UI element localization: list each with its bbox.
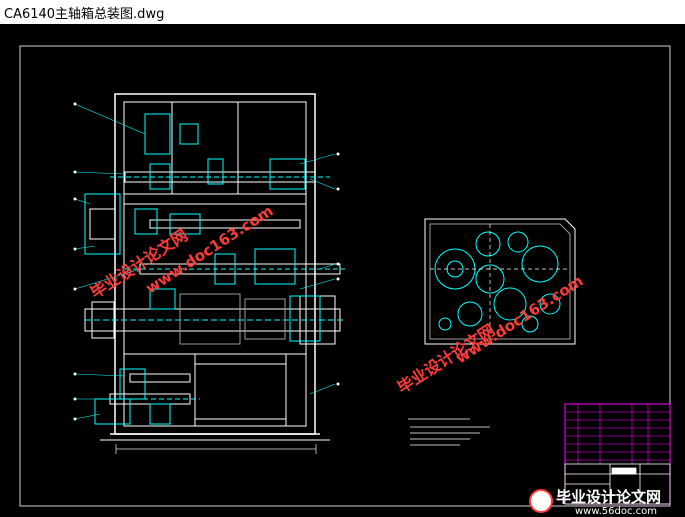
- site-logo: 毕业设计论文网 www.56doc.com: [529, 488, 661, 517]
- logo-title: 毕业设计论文网: [556, 488, 661, 506]
- cad-drawing-canvas[interactable]: 毕业设计论文网 www.doc163.com 毕业设计论文网 www.doc16…: [0, 24, 685, 517]
- watermark-url-right: www.doc163.com: [452, 272, 586, 368]
- watermark-doc163-right: www.doc163.com: [452, 272, 586, 368]
- title-bar: CA6140主轴箱总装图.dwg: [0, 0, 685, 24]
- window-title: CA6140主轴箱总装图.dwg: [4, 7, 165, 22]
- drawing-svg: 毕业设计论文网 www.doc163.com 毕业设计论文网 www.doc16…: [19, 45, 671, 517]
- technical-notes: [408, 418, 490, 446]
- logo-url: www.56doc.com: [575, 506, 657, 517]
